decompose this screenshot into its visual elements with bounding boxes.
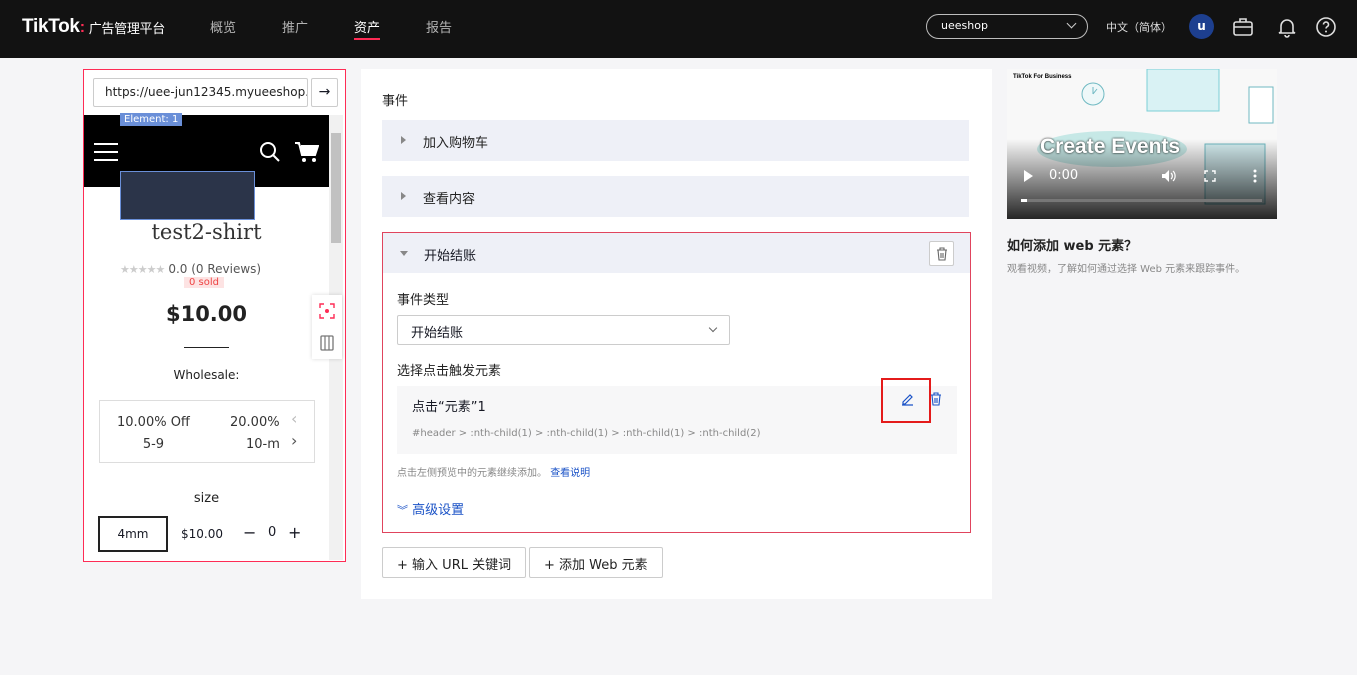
video-progress-bar[interactable]	[1021, 199, 1262, 202]
help-description: 观看视频，了解如何通过选择 Web 元素来跟踪事件。	[1007, 264, 1246, 275]
product-title: test2-shirt	[151, 220, 262, 244]
double-chevron-down-icon: ︾	[397, 504, 408, 517]
sold-badge: 0 sold	[184, 277, 224, 288]
event-accordion-view-content[interactable]: 查看内容	[382, 176, 969, 217]
language-selector[interactable]: 中文（简体）	[1106, 19, 1172, 35]
tier-item: 10.00% Off 5-9	[117, 415, 190, 452]
add-web-element-button[interactable]: + 添加 Web 元素	[529, 547, 663, 578]
product-price: $10.00	[165, 302, 248, 326]
briefcase-icon[interactable]	[1232, 16, 1254, 38]
trash-icon[interactable]	[930, 392, 942, 406]
video-time: 0:00	[1049, 168, 1079, 183]
more-options-icon[interactable]	[1253, 169, 1257, 183]
help-icon[interactable]	[1315, 16, 1337, 38]
cart-icon[interactable]	[295, 141, 319, 163]
caret-down-icon	[400, 251, 408, 256]
element-name: 点击“元素”1	[412, 400, 486, 415]
minus-icon[interactable]: −	[243, 523, 256, 542]
web-preview-panel: https://uee-jun12345.myueeshop.com → Ele…	[83, 69, 346, 562]
nav-assets[interactable]: 资产	[354, 17, 381, 40]
element-label: Element: 1	[120, 113, 183, 126]
add-url-keyword-button[interactable]: + 输入 URL 关键词	[382, 547, 527, 578]
event-accordion-add-to-cart[interactable]: 加入购物车	[382, 120, 969, 161]
go-button[interactable]: →	[311, 78, 338, 107]
volume-icon[interactable]	[1161, 169, 1177, 183]
tier-item: 20.00% 10-m	[230, 415, 280, 452]
plus-icon: +	[544, 558, 555, 573]
top-nav-bar: TikTok: 广告管理平台 概览 推广 资产 报告 ueeshop 中文（简体）…	[0, 0, 1357, 58]
tiktok-logo[interactable]: TikTok: 广告管理平台	[22, 16, 165, 38]
selected-element-box[interactable]	[120, 171, 255, 220]
preview-url-input[interactable]: https://uee-jun12345.myueeshop.com	[93, 78, 308, 107]
preview-tools	[312, 295, 342, 359]
element-select-icon[interactable]	[319, 303, 335, 319]
plus-icon: +	[397, 558, 408, 573]
help-title: 如何添加 web 元素？	[1007, 239, 1138, 254]
trigger-element-label: 选择点击触发元素	[397, 364, 502, 379]
event-accordion-checkout: 开始结账 事件类型 开始结账 选择点击触发元素 点击“元素”1 #header …	[382, 232, 971, 533]
avatar[interactable]: u	[1189, 14, 1214, 39]
wholesale-tiers: 10.00% Off 5-9 20.00% 10-m ‹ ›	[99, 400, 315, 463]
tutorial-video[interactable]: TikTok For Business Create Events 0:00	[1007, 69, 1277, 219]
accordion-header[interactable]: 开始结账	[383, 233, 970, 273]
arrow-right-icon: →	[318, 84, 331, 100]
chevron-down-icon	[708, 323, 718, 333]
plus-icon[interactable]: +	[288, 523, 301, 542]
quantity-value[interactable]: 0	[268, 525, 276, 540]
event-type-label: 事件类型	[397, 293, 450, 308]
svg-text:TikTok For Business: TikTok For Business	[1013, 74, 1072, 80]
search-icon[interactable]	[259, 141, 281, 163]
account-selector[interactable]: ueeshop	[926, 14, 1088, 39]
trigger-element-item: 点击“元素”1 #header > :nth-child(1) > :nth-c…	[397, 378, 957, 454]
chevron-right-icon[interactable]: ›	[291, 431, 297, 450]
element-selector: #header > :nth-child(1) > :nth-child(1) …	[412, 428, 761, 439]
edit-icon[interactable]	[901, 393, 914, 406]
nav-overview[interactable]: 概览	[210, 17, 236, 36]
size-option[interactable]: 4mm	[98, 516, 168, 552]
nav-campaign[interactable]: 推广	[282, 17, 308, 36]
event-settings-card: 事件 加入购物车 查看内容 开始结账 事件类型 开始结账 选择点击触发元素 点击…	[361, 69, 992, 599]
nav-reports[interactable]: 报告	[426, 17, 452, 36]
fullscreen-icon[interactable]	[1204, 170, 1216, 182]
wholesale-label: Wholesale:	[173, 368, 240, 382]
page-layout-icon[interactable]	[320, 335, 334, 351]
bell-icon[interactable]	[1276, 16, 1298, 38]
size-price: $10.00	[181, 527, 223, 541]
star-rating-icon: ★★★★★	[120, 263, 165, 276]
caret-right-icon	[401, 136, 406, 144]
trash-icon	[937, 247, 947, 261]
size-label: size	[193, 491, 220, 506]
play-icon[interactable]	[1024, 170, 1033, 182]
video-title: Create Events	[1040, 135, 1181, 158]
menu-icon[interactable]	[94, 142, 118, 162]
delete-event-button[interactable]	[929, 241, 954, 266]
quantity-stepper[interactable]: − 0 +	[241, 519, 307, 551]
divider	[184, 347, 229, 348]
chevron-down-icon	[1066, 18, 1077, 29]
advanced-settings-toggle[interactable]: ︾ 高级设置	[397, 499, 464, 518]
view-instructions-link[interactable]: 查看说明	[550, 468, 590, 479]
event-type-select[interactable]: 开始结账	[397, 315, 730, 345]
product-rating: ★★★★★ 0.0 (0 Reviews)	[120, 262, 262, 276]
events-section-label: 事件	[382, 94, 409, 109]
chevron-left-icon[interactable]: ‹	[291, 409, 297, 428]
caret-right-icon	[401, 192, 406, 200]
element-hint: 点击左侧预览中的元素继续添加。 查看说明	[397, 468, 591, 479]
